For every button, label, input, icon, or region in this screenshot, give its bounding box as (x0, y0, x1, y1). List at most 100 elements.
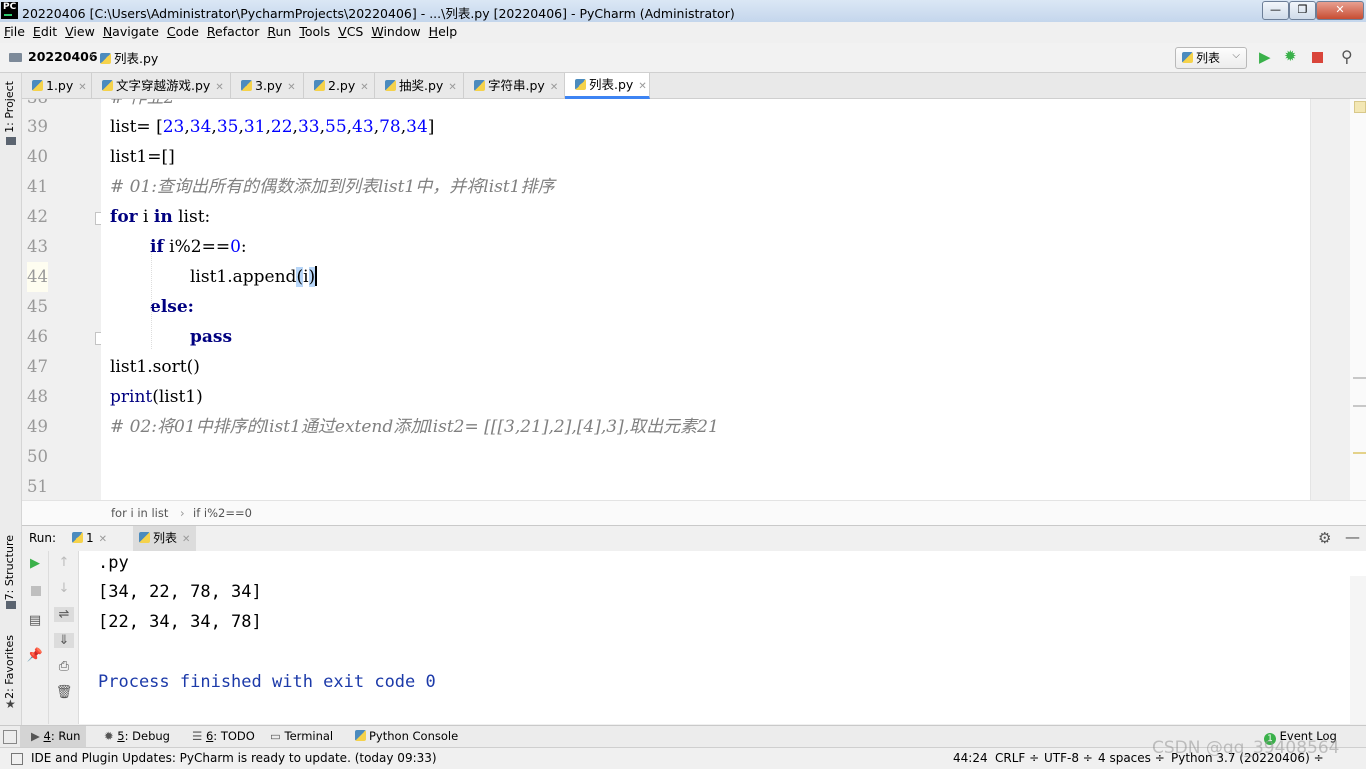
notification-icon[interactable] (11, 753, 23, 765)
encoding-select[interactable]: UTF-8 ÷ (1044, 748, 1093, 769)
close-icon[interactable]: ✕ (99, 534, 107, 545)
caret-position[interactable]: 44:24 (953, 748, 988, 769)
menu-run[interactable]: Run (263, 22, 295, 42)
debug-bug-icon[interactable]: ✹ (1284, 47, 1297, 65)
left-tool-stripe: 1: Project 7: Structure 2: Favorites ★ (0, 73, 22, 725)
minimize-panel-icon[interactable]: — (1345, 528, 1360, 546)
star-icon: ★ (5, 697, 16, 711)
folder-icon (9, 53, 22, 62)
rerun-icon[interactable]: ▶ (25, 556, 45, 571)
tab-wenzi-py[interactable]: 文字穿越游戏.py ✕ (92, 73, 231, 98)
editor-scrollbar[interactable] (1350, 99, 1366, 500)
tab-3-py[interactable]: 3.py ✕ (231, 73, 304, 98)
gear-icon[interactable]: ⚙ (1318, 529, 1331, 547)
console-exit-message: Process finished with exit code 0 (98, 672, 436, 692)
close-window-button[interactable]: ✕ (1316, 1, 1364, 20)
scroll-marker (1353, 377, 1366, 379)
python-file-icon (241, 80, 252, 91)
line-number: 41 (27, 177, 48, 196)
code-editor[interactable]: # 作业2 list= [23,34,35,31,22,33,55,43,78,… (101, 99, 1310, 500)
search-icon[interactable]: ⚲ (1341, 47, 1353, 66)
menu-vcs[interactable]: VCS (334, 22, 367, 42)
nav-file[interactable]: 列表.py (100, 48, 158, 67)
console-scrollbar[interactable] (1350, 576, 1366, 724)
python-file-icon (474, 80, 485, 91)
tab-zifuchuan-py[interactable]: 字符串.py ✕ (464, 73, 565, 98)
menu-file[interactable]: File (0, 22, 29, 42)
run-toolbar-secondary: ↑ ↓ ⇌ ⇓ ⎙ 🗑 (49, 551, 79, 724)
project-tool-tab[interactable]: 1: Project (3, 81, 16, 133)
menu-refactor[interactable]: Refactor (203, 22, 263, 42)
line-number-gutter: 38 39 40 41 42 43 44 45 46 47 48 49 50 5… (22, 99, 102, 500)
line-number: 46 (27, 327, 48, 346)
code-line-current: list1.append(i) (190, 266, 318, 287)
pycharm-logo-icon: PC (1, 2, 18, 19)
layout-icon[interactable]: ▤ (25, 613, 45, 628)
python-file-icon (1182, 52, 1193, 63)
menu-view[interactable]: View (61, 22, 99, 42)
navigation-bar: 20220406 › 列表.py 列表 ⌵ ▶ ✹ ⚲ (0, 43, 1366, 73)
trash-icon[interactable]: 🗑 (54, 685, 74, 700)
structure-icon (6, 601, 16, 609)
run-tab-1[interactable]: 1 ✕ (72, 526, 111, 551)
menu-help[interactable]: Help (425, 22, 462, 42)
soft-wrap-icon[interactable]: ⇌ (54, 607, 74, 622)
inspection-status-icon[interactable] (1354, 101, 1366, 113)
status-message[interactable]: IDE and Plugin Updates: PyCharm is ready… (31, 748, 437, 769)
maximize-button[interactable]: ❐ (1289, 1, 1316, 20)
run-configuration-select[interactable]: 列表 ⌵ (1175, 47, 1247, 69)
breadcrumb-item[interactable]: for i in list (111, 501, 168, 525)
breadcrumb-item[interactable]: if i%2==0 (193, 501, 252, 525)
close-icon[interactable]: ✕ (287, 82, 295, 93)
tool-window-python-console[interactable]: Python Console (355, 726, 458, 747)
pin-icon[interactable]: 📌 (25, 648, 45, 663)
structure-tool-tab[interactable]: 7: Structure (3, 535, 16, 600)
tool-window-terminal[interactable]: ▭ Terminal (270, 726, 333, 747)
close-icon[interactable]: ✕ (550, 82, 558, 93)
tool-window-run[interactable]: ▶ 4: Run (20, 726, 86, 747)
up-arrow-icon[interactable]: ↑ (54, 555, 74, 570)
menu-navigate[interactable]: Navigate (99, 22, 163, 42)
close-icon[interactable]: ✕ (638, 81, 646, 92)
line-number: 40 (27, 147, 48, 166)
stop-icon[interactable] (31, 586, 41, 596)
code-line: list1.sort() (110, 357, 200, 377)
line-separator-select[interactable]: CRLF ÷ (995, 748, 1039, 769)
line-number: 38 (27, 99, 48, 113)
close-icon[interactable]: ✕ (182, 534, 190, 545)
menu-code[interactable]: Code (163, 22, 203, 42)
scroll-to-end-icon[interactable]: ⇓ (54, 633, 74, 648)
line-number: 43 (27, 237, 48, 256)
close-icon[interactable]: ✕ (360, 82, 368, 93)
tab-2-py[interactable]: 2.py ✕ (304, 73, 375, 98)
code-line: if i%2==0: (150, 237, 247, 257)
run-icon[interactable]: ▶ (1259, 48, 1271, 66)
toggle-tool-windows-icon[interactable] (3, 730, 17, 744)
tab-1-py[interactable]: 1.py ✕ (22, 73, 92, 98)
stop-icon[interactable] (1312, 52, 1323, 63)
window-title: 20220406 [C:\Users\Administrator\Pycharm… (22, 6, 735, 21)
indent-guide (151, 309, 153, 349)
print-icon[interactable]: ⎙ (54, 659, 74, 674)
todo-list-icon: ☰ (192, 729, 203, 743)
editor-tab-bar: 1.py ✕ 文字穿越游戏.py ✕ 3.py ✕ 2.py ✕ 抽奖.py ✕ 字符串.… (22, 73, 1366, 99)
tab-liebiao-py[interactable]: 列表.py ✕ (565, 73, 650, 99)
nav-project[interactable]: 20220406 (28, 49, 98, 64)
scroll-marker (1353, 452, 1366, 454)
close-icon[interactable]: ✕ (215, 82, 223, 93)
minimize-button[interactable]: — (1262, 1, 1289, 20)
run-tab-liebiao[interactable]: 列表 ✕ (133, 526, 197, 551)
tab-choujiang-py[interactable]: 抽奖.py ✕ (375, 73, 464, 98)
run-console[interactable]: .py [34, 22, 78, 34] [22, 34, 34, 78] Pr… (79, 551, 1366, 724)
down-arrow-icon[interactable]: ↓ (54, 581, 74, 596)
line-number: 44 (27, 262, 48, 292)
menu-edit[interactable]: Edit (29, 22, 61, 42)
tool-window-debug[interactable]: ✹ 5: Debug (104, 726, 170, 747)
line-number: 39 (27, 117, 48, 136)
close-icon[interactable]: ✕ (78, 82, 86, 93)
favorites-tool-tab[interactable]: 2: Favorites (3, 635, 16, 699)
close-icon[interactable]: ✕ (448, 82, 456, 93)
tool-window-todo[interactable]: ☰ 6: TODO (192, 726, 255, 747)
menu-tools[interactable]: Tools (295, 22, 334, 42)
menu-window[interactable]: Window (367, 22, 424, 42)
